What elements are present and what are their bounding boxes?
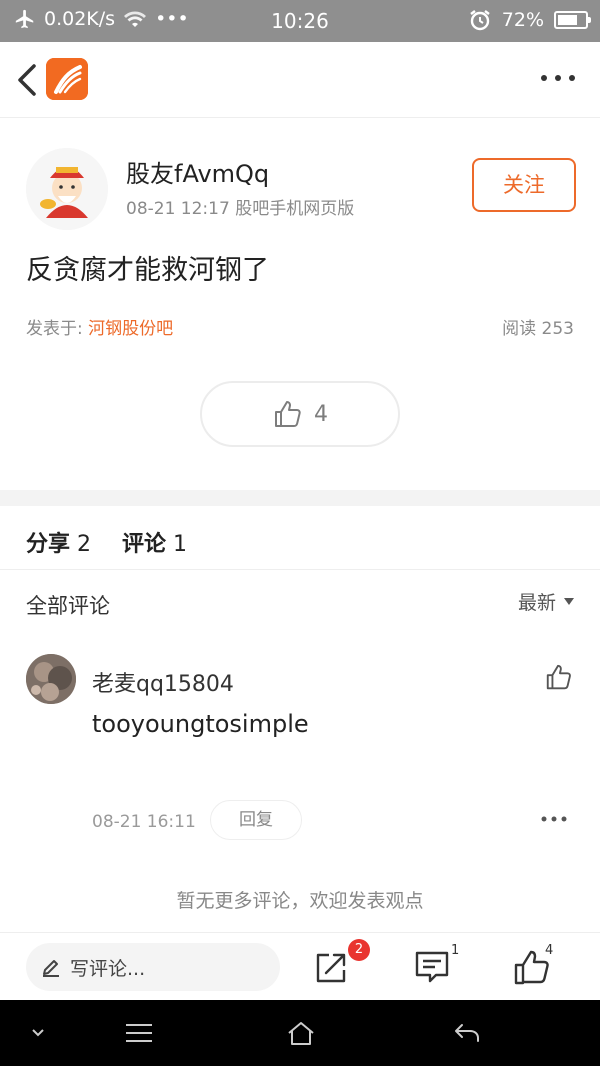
author-avatar[interactable] [26,148,108,230]
read-count: 阅读 253 [502,319,574,339]
comment-text: tooyoungtosimple [92,710,309,738]
sort-label: 最新 [517,592,556,614]
posted-in: 发表于: 河钢股份吧 [26,314,173,339]
comment-more-icon[interactable] [540,814,568,824]
write-comment-input[interactable]: 写评论... [26,943,280,991]
collapse-chevron-icon[interactable] [30,1020,46,1046]
battery-icon [554,11,591,29]
thumbs-up-icon [275,401,301,427]
post-meta: 08-21 12:17 股吧手机网页版 [126,199,355,219]
bar-link[interactable]: 河钢股份吧 [88,319,173,339]
comment-icon[interactable] [412,947,452,987]
write-placeholder: 写评论... [70,957,146,980]
more-options-icon[interactable] [538,66,578,90]
menu-icon[interactable] [124,1020,154,1046]
follow-button[interactable]: 关注 [472,158,576,212]
posted-in-prefix: 发表于: [26,319,89,339]
like-count: 4 [314,401,328,427]
pencil-icon [43,960,59,977]
comment-count-sup: 1 [451,943,460,958]
comment-author[interactable]: 老麦qq15804 [92,666,234,698]
app-logo-icon[interactable] [46,58,88,100]
tab-share-count: 2 [77,532,92,557]
home-icon[interactable] [286,1020,316,1046]
status-right: 72% [468,8,591,32]
no-more-comments: 暂无更多评论，欢迎发表观点 [176,890,424,912]
tab-share-label: 分享 [26,532,71,557]
battery-level [558,15,577,25]
post-title: 反贪腐才能救河钢了 [26,255,269,286]
all-comments-label: 全部评论 [26,594,110,618]
bottom-action-bar: 写评论... 2 1 4 [0,932,600,1000]
share-icon[interactable] [312,947,352,987]
comment-time: 08-21 16:11 [92,812,196,832]
share-comment-tabs: 分享 2 评论 1 [0,506,600,570]
tab-comments-count: 1 [173,532,188,557]
battery-percent: 72% [501,9,544,31]
like-count-sup: 4 [545,943,554,958]
tab-comments[interactable]: 评论 1 [122,526,187,558]
god-of-wealth-avatar-icon [26,148,108,230]
tab-share[interactable]: 分享 2 [26,526,91,558]
back-icon[interactable] [14,60,42,100]
share-badge: 2 [348,939,370,961]
back-nav-icon[interactable] [452,1020,482,1046]
photo-avatar-icon [26,654,76,704]
status-bar: 0.02K/s ••• 10:26 72% [0,0,600,42]
system-nav-bar [0,1000,600,1066]
like-button[interactable]: 4 [200,381,400,447]
tab-comments-label: 评论 [122,532,167,557]
alarm-icon [470,10,490,31]
reply-button[interactable]: 回复 [210,800,302,840]
section-divider [0,490,600,506]
comment-avatar[interactable] [26,654,76,704]
comment-like-icon[interactable] [544,662,574,692]
post-author[interactable]: 股友fAvmQq [126,154,269,189]
sort-dropdown[interactable]: 最新 [518,588,574,615]
nav-bar [0,42,600,118]
caret-down-icon [564,598,574,605]
